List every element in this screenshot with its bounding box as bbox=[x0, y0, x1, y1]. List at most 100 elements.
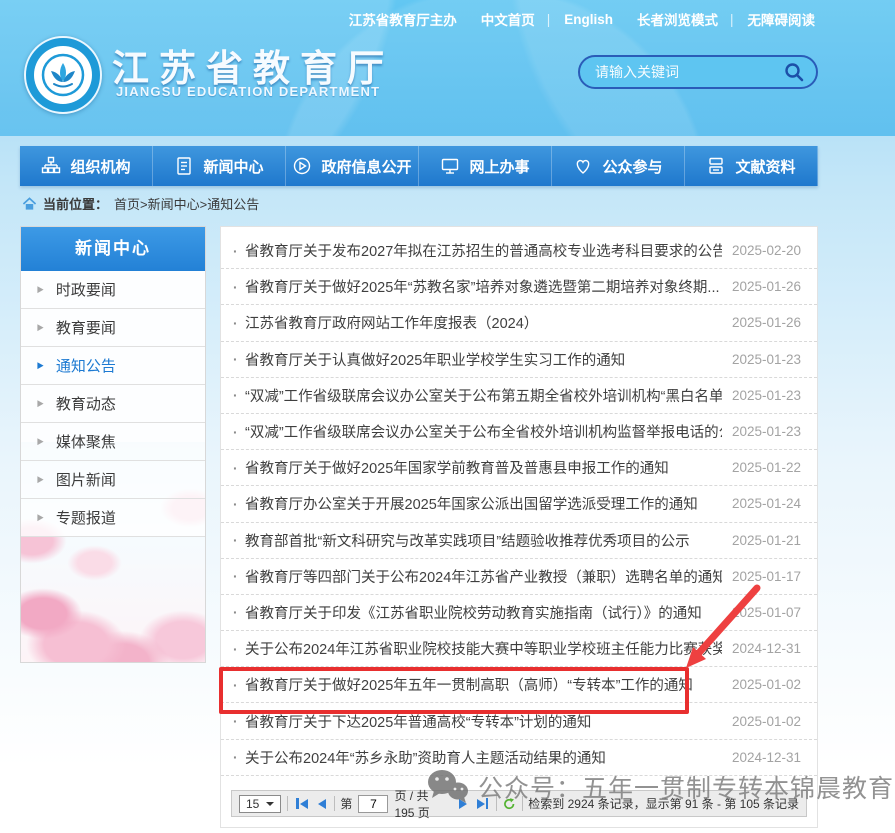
news-item-title[interactable]: 省教育厅关于印发《江苏省职业院校劳动教育实施指南（试行）》的通知 bbox=[245, 602, 722, 623]
bullet-icon: · bbox=[233, 677, 245, 693]
news-item[interactable]: · 江苏省教育厅政府网站工作年度报表（2024） 2025-01-26 bbox=[221, 305, 817, 341]
arrow-right-icon: ▶ bbox=[37, 474, 43, 485]
page-size-select[interactable]: 15 bbox=[239, 795, 281, 813]
news-item-title[interactable]: 关于公布2024年江苏省职业院校技能大赛中等职业学校班主任能力比赛获奖 bbox=[245, 638, 722, 659]
bullet-icon: · bbox=[233, 749, 245, 765]
nav-item[interactable]: 新闻中心 bbox=[153, 146, 286, 186]
nav-item[interactable]: 网上办事 bbox=[419, 146, 552, 186]
nav-item[interactable]: 政府信息公开 bbox=[286, 146, 419, 186]
news-item[interactable]: · 省教育厅等四部门关于公布2024年江苏省产业教授（兼职）选聘名单的通知 20… bbox=[221, 559, 817, 595]
news-item-title[interactable]: “双减”工作省级联席会议办公室关于公布第五期全省校外培训机构“黑白名单... bbox=[245, 385, 722, 406]
next-page-button[interactable] bbox=[457, 797, 469, 811]
news-item-date: 2025-01-23 bbox=[732, 352, 801, 367]
first-page-button[interactable] bbox=[294, 796, 310, 811]
org-structure-icon bbox=[41, 156, 61, 176]
sidebar-title: 新闻中心 bbox=[21, 227, 205, 271]
breadcrumb-path[interactable]: 首页>新闻中心>通知公告 bbox=[114, 194, 259, 213]
online-service-icon bbox=[440, 156, 460, 176]
news-item[interactable]: · 关于公布2024年“苏乡永助”资助育人主题活动结果的通知 2024-12-3… bbox=[221, 740, 817, 776]
bullet-icon: · bbox=[233, 424, 245, 440]
news-item[interactable]: · 关于公布2024年江苏省职业院校技能大赛中等职业学校班主任能力比赛获奖 20… bbox=[221, 631, 817, 667]
news-item-date: 2025-01-21 bbox=[732, 533, 801, 548]
sidebar: 新闻中心 ▶ 时政要闻 ▶ 教育要闻 ▶ 通知公告 ▶ 教育动态 ▶ bbox=[20, 226, 206, 663]
top-link[interactable]: 江苏省教育厅主办 bbox=[349, 9, 457, 29]
top-link[interactable]: 无障碍阅读 bbox=[748, 9, 816, 29]
top-link[interactable]: 中文首页 bbox=[481, 9, 535, 29]
news-item-title[interactable]: 省教育厅关于做好2025年国家学前教育普及普惠县申报工作的通知 bbox=[245, 457, 722, 478]
news-item-title[interactable]: 省教育厅关于发布2027年拟在江苏招生的普通高校专业选考科目要求的公告 bbox=[245, 240, 722, 261]
main-nav: 组织机构 新闻中心 政府信息公开 网上办事 公众参与 bbox=[20, 146, 818, 186]
result-count-text: 检索到 2924 条记录，显示第 91 条 - 第 105 条记录 bbox=[528, 795, 799, 812]
bullet-icon: · bbox=[233, 460, 245, 476]
sidebar-item[interactable]: ▶ 教育动态 bbox=[21, 385, 205, 423]
news-item-title[interactable]: 关于公布2024年“苏乡永助”资助育人主题活动结果的通知 bbox=[245, 747, 722, 768]
refresh-icon[interactable] bbox=[503, 796, 515, 812]
news-item-title[interactable]: 江苏省教育厅政府网站工作年度报表（2024） bbox=[245, 312, 722, 333]
news-item[interactable]: · 省教育厅关于做好2025年五年一贯制高职（高师）“专转本”工作的通知 202… bbox=[221, 667, 817, 703]
news-item-date: 2024-12-31 bbox=[732, 750, 801, 765]
nav-item[interactable]: 公众参与 bbox=[552, 146, 685, 186]
sidebar-item[interactable]: ▶ 媒体聚焦 bbox=[21, 423, 205, 461]
news-item-date: 2025-01-26 bbox=[732, 279, 801, 294]
news-item[interactable]: · 省教育厅关于下达2025年普通高校“专转本”计划的通知 2025-01-02 bbox=[221, 703, 817, 739]
sidebar-item[interactable]: ▶ 通知公告 bbox=[21, 347, 205, 385]
news-item[interactable]: · 省教育厅办公室关于开展2025年国家公派出国留学选派受理工作的通知 2025… bbox=[221, 486, 817, 522]
arrow-right-icon: ▶ bbox=[37, 322, 43, 333]
news-item-date: 2025-01-24 bbox=[732, 496, 801, 511]
news-item-date: 2025-01-23 bbox=[732, 388, 801, 403]
news-item-date: 2024-12-31 bbox=[732, 641, 801, 656]
nav-item[interactable]: 组织机构 bbox=[20, 146, 153, 186]
news-item[interactable]: · 省教育厅关于做好2025年国家学前教育普及普惠县申报工作的通知 2025-0… bbox=[221, 450, 817, 486]
search-icon[interactable] bbox=[782, 60, 806, 84]
news-item-title[interactable]: 省教育厅关于下达2025年普通高校“专转本”计划的通知 bbox=[245, 711, 722, 732]
news-item-title[interactable]: 省教育厅关于做好2025年“苏教名家”培养对象遴选暨第二期培养对象终期... bbox=[245, 276, 722, 297]
search-input[interactable] bbox=[595, 64, 782, 80]
bullet-icon: · bbox=[233, 641, 245, 657]
news-item[interactable]: · 教育部首批“新文科研究与改革实践项目”结题验收推荐优秀项目的公示 2025-… bbox=[221, 523, 817, 559]
news-item-date: 2025-01-23 bbox=[732, 424, 801, 439]
news-item-title[interactable]: 省教育厅办公室关于开展2025年国家公派出国留学选派受理工作的通知 bbox=[245, 493, 722, 514]
top-links: | 江苏省教育厅主办 | 中文首页 | English | 长者浏览模式 bbox=[349, 9, 815, 29]
sidebar-item[interactable]: ▶ 图片新闻 bbox=[21, 461, 205, 499]
news-item-date: 2025-02-20 bbox=[732, 243, 801, 258]
divider bbox=[522, 796, 523, 811]
info-disclosure-icon bbox=[292, 156, 312, 176]
news-item-date: 2025-01-02 bbox=[732, 677, 801, 692]
news-item-title[interactable]: 省教育厅关于做好2025年五年一贯制高职（高师）“专转本”工作的通知 bbox=[245, 674, 722, 695]
page-number-input[interactable] bbox=[358, 795, 388, 813]
top-link[interactable]: English bbox=[564, 12, 613, 27]
news-item[interactable]: · 省教育厅关于做好2025年“苏教名家”培养对象遴选暨第二期培养对象终期...… bbox=[221, 269, 817, 305]
prev-page-button[interactable] bbox=[316, 797, 328, 811]
bullet-icon: · bbox=[233, 279, 245, 295]
breadcrumb: 当前位置： 首页>新闻中心>通知公告 bbox=[22, 194, 259, 213]
news-item[interactable]: · “双减”工作省级联席会议办公室关于公布全省校外培训机构监督举报电话的公...… bbox=[221, 414, 817, 450]
nav-item[interactable]: 文献资料 bbox=[685, 146, 818, 186]
sidebar-item[interactable]: ▶ 专题报道 bbox=[21, 499, 205, 537]
news-item[interactable]: · 省教育厅关于发布2027年拟在江苏招生的普通高校专业选考科目要求的公告 20… bbox=[221, 233, 817, 269]
arrow-right-icon: ▶ bbox=[37, 436, 43, 447]
sidebar-item[interactable]: ▶ 教育要闻 bbox=[21, 309, 205, 347]
news-item-title[interactable]: 省教育厅关于认真做好2025年职业学校学生实习工作的通知 bbox=[245, 349, 722, 370]
public-participation-icon bbox=[573, 156, 593, 176]
bullet-icon: · bbox=[233, 387, 245, 403]
bullet-icon: · bbox=[233, 351, 245, 367]
news-item[interactable]: · 省教育厅关于印发《江苏省职业院校劳动教育实施指南（试行）》的通知 2025-… bbox=[221, 595, 817, 631]
news-item-title[interactable]: 省教育厅等四部门关于公布2024年江苏省产业教授（兼职）选聘名单的通知 bbox=[245, 566, 722, 587]
site-header: | 江苏省教育厅主办 | 中文首页 | English | 长者浏览模式 bbox=[0, 0, 895, 136]
bullet-icon: · bbox=[233, 713, 245, 729]
bullet-icon: · bbox=[233, 496, 245, 512]
page-size-value: 15 bbox=[246, 797, 259, 811]
arrow-right-icon: ▶ bbox=[37, 398, 43, 409]
news-item-title[interactable]: “双减”工作省级联席会议办公室关于公布全省校外培训机构监督举报电话的公... bbox=[245, 421, 722, 442]
news-item-date: 2025-01-17 bbox=[732, 569, 801, 584]
page-label-prefix: 第 bbox=[340, 795, 352, 812]
sidebar-item[interactable]: ▶ 时政要闻 bbox=[21, 271, 205, 309]
top-link[interactable]: 长者浏览模式 bbox=[637, 9, 718, 29]
news-center-icon bbox=[174, 156, 194, 176]
news-item-title[interactable]: 教育部首批“新文科研究与改革实践项目”结题验收推荐优秀项目的公示 bbox=[245, 530, 722, 551]
news-item[interactable]: · 省教育厅关于认真做好2025年职业学校学生实习工作的通知 2025-01-2… bbox=[221, 342, 817, 378]
news-item[interactable]: · “双减”工作省级联席会议办公室关于公布第五期全省校外培训机构“黑白名单...… bbox=[221, 378, 817, 414]
last-page-button[interactable] bbox=[475, 796, 491, 811]
page: | 江苏省教育厅主办 | 中文首页 | English | 长者浏览模式 bbox=[0, 0, 895, 833]
divider bbox=[287, 796, 288, 811]
